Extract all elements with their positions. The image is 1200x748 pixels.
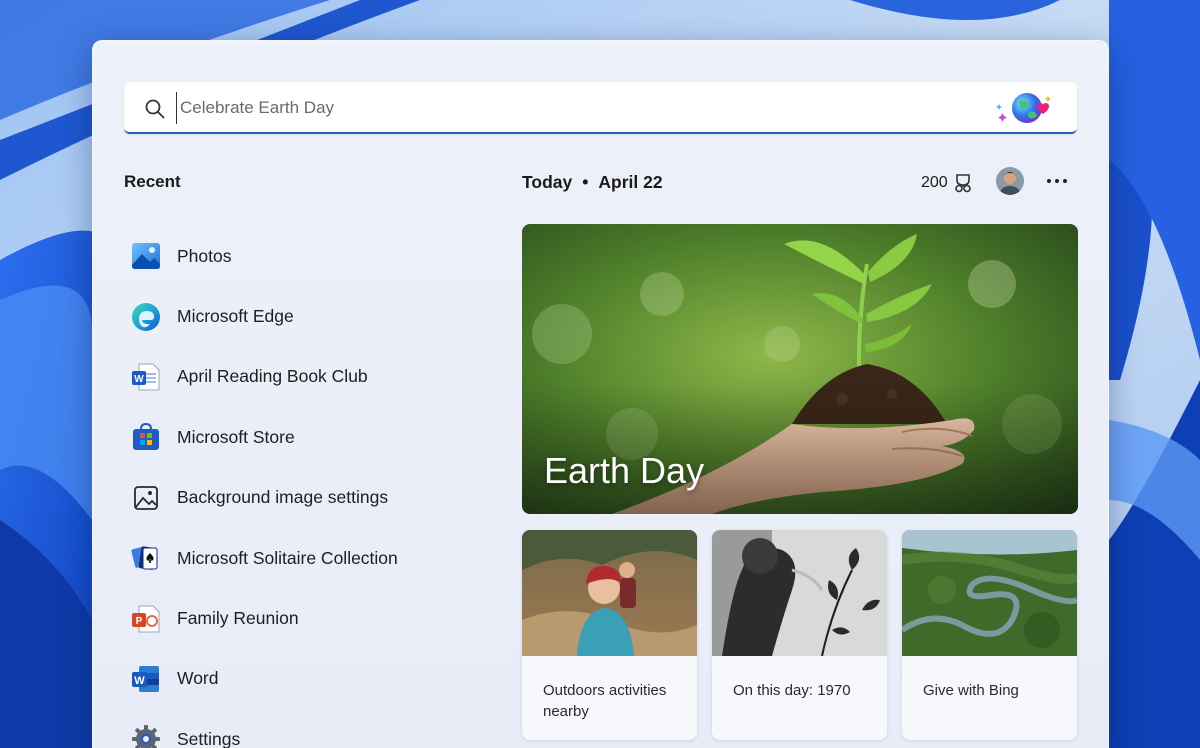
svg-text:W: W: [134, 675, 145, 687]
earth-day-hero[interactable]: Earth Day: [522, 224, 1078, 514]
recent-item-background-image-settings[interactable]: Background image settings: [130, 468, 490, 528]
card-on-this-day[interactable]: On this day: 1970: [712, 530, 887, 740]
store-icon: [133, 423, 159, 451]
recent-item-label: Family Reunion: [177, 608, 299, 629]
word-doc-icon: W: [132, 363, 160, 391]
search-icon: [145, 99, 165, 119]
card-give-with-bing[interactable]: Give with Bing: [902, 530, 1077, 740]
recent-item-label: Microsoft Store: [177, 426, 295, 447]
recent-item-label: Photos: [177, 245, 232, 266]
trophy-icon: [954, 174, 971, 193]
hikers-image: [522, 530, 697, 656]
recent-item-microsoft-solitaire-collection[interactable]: Microsoft Solitaire Collection: [130, 528, 490, 588]
points-count: 200: [921, 174, 948, 191]
solitaire-icon: [131, 546, 158, 570]
recent-title: Recent: [124, 172, 181, 191]
recent-item-label: Microsoft Solitaire Collection: [177, 547, 398, 568]
card-text: On this day: 1970: [733, 682, 851, 699]
more-options-icon[interactable]: [1044, 170, 1070, 192]
card-text: Outdoors activities nearby: [543, 682, 667, 720]
on-this-day-image: [712, 530, 887, 656]
search-box[interactable]: [124, 82, 1077, 134]
recent-item-label: Microsoft Edge: [177, 306, 294, 327]
recent-item-family-reunion[interactable]: P Family Reunion: [130, 588, 490, 648]
today-header: Today • April 22: [522, 172, 663, 193]
card-outdoors-activities[interactable]: Outdoors activities nearby: [522, 530, 697, 740]
recent-item-settings[interactable]: Settings: [130, 709, 490, 748]
recent-item-photos[interactable]: Photos: [130, 226, 490, 286]
settings-icon: [132, 725, 160, 748]
card-text: Give with Bing: [923, 682, 1019, 699]
recent-item-word[interactable]: W Word: [130, 649, 490, 709]
recent-item-label: April Reading Book Club: [177, 366, 368, 387]
river-forest-image: [902, 530, 1077, 656]
recent-item-label: Background image settings: [177, 487, 389, 508]
search-input[interactable]: [176, 92, 976, 124]
separator-dot: •: [582, 172, 589, 192]
rewards-points[interactable]: 200: [921, 172, 974, 194]
recent-item-label: Word: [177, 668, 219, 689]
recent-item-april-reading-book-club[interactable]: W April Reading Book Club: [130, 347, 490, 407]
recent-list: Photos Microsoft Edge W April Reading Bo…: [130, 226, 490, 748]
powerpoint-icon: P: [132, 605, 160, 633]
svg-text:W: W: [134, 374, 144, 385]
word-icon: W: [132, 665, 159, 692]
earth-day-globe-icon[interactable]: [995, 90, 1059, 126]
edge-icon: [132, 302, 160, 331]
recent-item-microsoft-edge[interactable]: Microsoft Edge: [130, 286, 490, 346]
avatar[interactable]: [996, 167, 1024, 195]
svg-text:P: P: [136, 616, 143, 627]
image-settings-icon: [134, 485, 158, 510]
today-label: Today: [522, 172, 573, 192]
hero-title: Earth Day: [544, 450, 705, 491]
avatar-image: [996, 167, 1024, 195]
recent-item-microsoft-store[interactable]: Microsoft Store: [130, 407, 490, 467]
recent-item-label: Settings: [177, 728, 241, 748]
today-date: April 22: [598, 172, 663, 192]
photos-icon: [132, 243, 160, 270]
